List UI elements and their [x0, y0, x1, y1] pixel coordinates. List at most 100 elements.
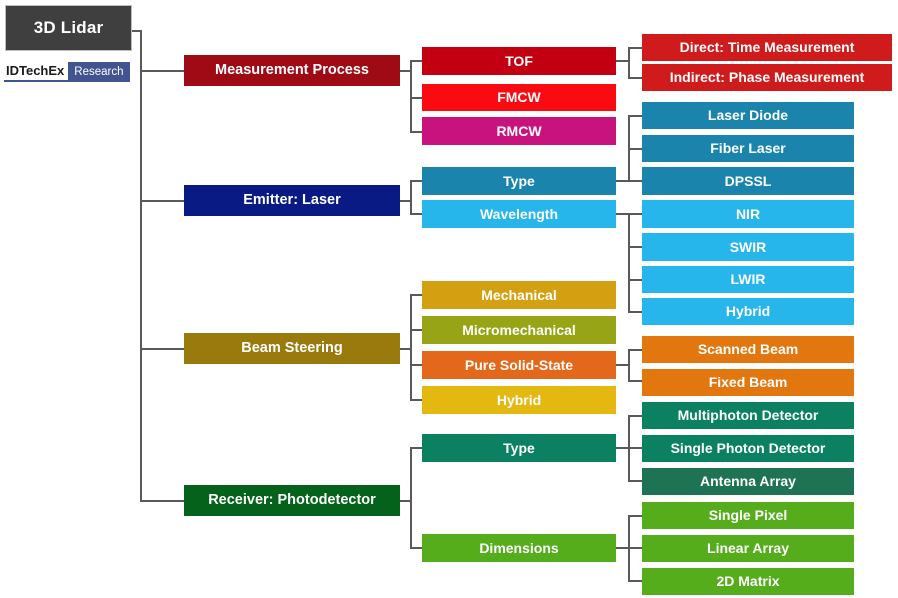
- idtechex-logo: IDTechEx Research: [4, 62, 130, 82]
- connector-trunk: [140, 30, 142, 502]
- connector-spine-to-lvl3: [628, 415, 642, 417]
- node-lwir: LWIR: [642, 266, 854, 293]
- node-multiphoton-detector: Multiphoton Detector: [642, 402, 854, 429]
- node-laser-diode: Laser Diode: [642, 102, 854, 129]
- connector-lvl1-spine: [410, 294, 412, 401]
- node-label: Type: [503, 172, 535, 189]
- node-label: Laser Diode: [707, 107, 789, 124]
- node-measurement-process: Measurement Process: [184, 55, 400, 86]
- connector-spine-to-lvl3: [628, 213, 642, 215]
- connector-spine-to-lvl3: [628, 580, 642, 582]
- node-laser-wavelength: Wavelength: [422, 200, 616, 228]
- node-label: NIR: [735, 205, 761, 222]
- connector-spine-to-lvl2: [410, 131, 422, 133]
- connector-trunk-to-lvl1: [140, 70, 184, 72]
- node-label: Indirect: Phase Measurement: [669, 69, 865, 86]
- node-label: Fixed Beam: [708, 374, 788, 391]
- node-linear-array: Linear Array: [642, 535, 854, 562]
- connector-spine-to-lvl2: [410, 364, 422, 366]
- node-hybrid-steering: Hybrid: [422, 386, 616, 414]
- connector-spine-to-lvl2: [410, 447, 422, 449]
- node-micromechanical: Micromechanical: [422, 316, 616, 344]
- node-label: SWIR: [729, 238, 767, 255]
- node-label: Wavelength: [479, 205, 559, 222]
- node-label: Multiphoton Detector: [677, 407, 819, 424]
- node-antenna-array: Antenna Array: [642, 468, 854, 495]
- connector-spine-to-lvl3: [628, 349, 642, 351]
- connector-spine-to-lvl3: [628, 380, 642, 382]
- connector-spine-to-lvl2: [410, 547, 422, 549]
- connector-spine-to-lvl2: [410, 180, 422, 182]
- node-label: Type: [503, 439, 535, 456]
- node-nir: NIR: [642, 200, 854, 228]
- node-receiver-photodetector: Receiver: Photodetector: [184, 485, 400, 516]
- node-laser-type: Type: [422, 167, 616, 195]
- node-swir: SWIR: [642, 233, 854, 261]
- node-label: Receiver: Photodetector: [208, 491, 376, 508]
- node-fiber-laser: Fiber Laser: [642, 135, 854, 162]
- connector-trunk-to-lvl1: [140, 500, 184, 502]
- node-label: FMCW: [497, 89, 541, 106]
- connector-spine-to-lvl3: [628, 447, 642, 449]
- connector-spine-to-lvl2: [410, 329, 422, 331]
- connector-lvl2-spine: [628, 47, 630, 79]
- node-label: Micromechanical: [462, 321, 576, 338]
- connector-lvl2-spine: [628, 349, 630, 382]
- node-tof: TOF: [422, 47, 616, 75]
- node-label: LWIR: [730, 271, 766, 288]
- node-label: Antenna Array: [700, 473, 796, 490]
- node-label: DPSSL: [724, 172, 772, 189]
- node-label: Hybrid: [725, 303, 771, 320]
- node-detector-dimensions: Dimensions: [422, 534, 616, 562]
- connector-spine-to-lvl3: [628, 246, 642, 248]
- connector-spine-to-lvl3: [628, 148, 642, 150]
- node-scanned-beam: Scanned Beam: [642, 336, 854, 363]
- node-label: RMCW: [496, 122, 542, 139]
- node-2d-matrix: 2D Matrix: [642, 568, 854, 595]
- node-label: Emitter: Laser: [243, 191, 341, 208]
- connector-spine-to-lvl2: [410, 399, 422, 401]
- node-label: Hybrid: [496, 391, 542, 408]
- connector-spine-to-lvl2: [410, 213, 422, 215]
- node-direct-time-measurement: Direct: Time Measurement: [642, 34, 892, 61]
- connector-lvl1-spine: [410, 447, 412, 549]
- connector-spine-to-lvl2: [410, 294, 422, 296]
- node-rmcw: RMCW: [422, 117, 616, 145]
- connector-spine-to-lvl3: [628, 77, 642, 79]
- node-hybrid-wavelength: Hybrid: [642, 298, 854, 325]
- node-label: Pure Solid-State: [464, 356, 574, 373]
- node-beam-steering: Beam Steering: [184, 333, 400, 364]
- node-label: Fiber Laser: [710, 140, 786, 157]
- connector-spine-to-lvl3: [628, 115, 642, 117]
- node-label: Measurement Process: [215, 61, 369, 78]
- node-pure-solid-state: Pure Solid-State: [422, 351, 616, 379]
- connector-spine-to-lvl3: [628, 180, 642, 182]
- connector-trunk-to-lvl1: [140, 348, 184, 350]
- node-fmcw: FMCW: [422, 84, 616, 111]
- lidar-taxonomy-diagram: 3D Lidar IDTechEx Research Measurement P…: [0, 0, 898, 598]
- connector-spine-to-lvl3: [628, 480, 642, 482]
- node-label: 2D Matrix: [716, 573, 780, 590]
- node-label: Mechanical: [481, 286, 557, 303]
- brand-name-label: IDTechEx: [4, 62, 69, 82]
- node-indirect-phase-measurement: Indirect: Phase Measurement: [642, 64, 892, 91]
- connector-spine-to-lvl3: [628, 311, 642, 313]
- node-label: Direct: Time Measurement: [679, 39, 855, 56]
- connector-spine-to-lvl3: [628, 47, 642, 49]
- node-label: Scanned Beam: [697, 341, 799, 358]
- node-label: Single Photon Detector: [670, 440, 826, 457]
- connector-spine-to-lvl3: [628, 515, 642, 517]
- node-label: Single Pixel: [708, 507, 788, 524]
- root-node-3d-lidar: 3D Lidar: [5, 5, 132, 51]
- node-fixed-beam: Fixed Beam: [642, 369, 854, 396]
- connector-lvl1-spine: [410, 180, 412, 215]
- node-dpssl: DPSSL: [642, 167, 854, 195]
- node-emitter-laser: Emitter: Laser: [184, 185, 400, 216]
- brand-research-tag: Research: [68, 62, 130, 82]
- connector-spine-to-lvl2: [410, 60, 422, 62]
- node-label: TOF: [505, 52, 533, 69]
- node-detector-type: Type: [422, 434, 616, 462]
- node-single-pixel: Single Pixel: [642, 502, 854, 529]
- node-mechanical: Mechanical: [422, 281, 616, 309]
- node-label: Beam Steering: [241, 339, 343, 356]
